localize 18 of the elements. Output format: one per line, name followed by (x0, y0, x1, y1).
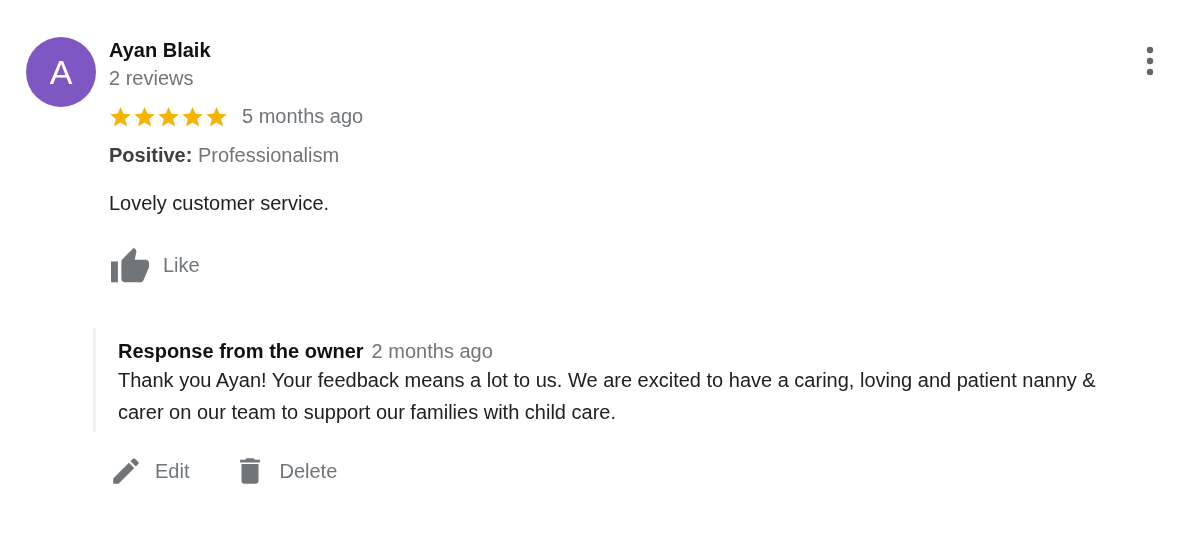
edit-button[interactable]: Edit (109, 454, 190, 488)
star-icon (109, 105, 132, 128)
response-text: Thank you Ayan! Your feedback means a lot to us. We are excited to have a caring, loving and patient nanny & carer on our team to support our families with child care. (118, 368, 1097, 425)
reviewer-name[interactable]: Ayan Blaik (109, 37, 211, 63)
review-time: 5 months ago (242, 105, 364, 128)
review-count: 2 reviews (109, 66, 195, 91)
avatar[interactable]: A (26, 37, 96, 107)
response-time: 2 months ago (371, 339, 493, 364)
delete-button[interactable]: Delete (233, 454, 338, 488)
thumbs-up-icon (109, 246, 151, 284)
response-title: Response from the owner (118, 339, 364, 364)
review-text: Lovely customer service. (109, 191, 331, 216)
star-icon (205, 105, 228, 128)
like-button[interactable]: Like (109, 246, 200, 284)
star-icon (181, 105, 204, 128)
review-attributes: Positive: Professionalism (109, 143, 341, 168)
star-icon (157, 105, 180, 128)
star-icon (133, 105, 156, 128)
